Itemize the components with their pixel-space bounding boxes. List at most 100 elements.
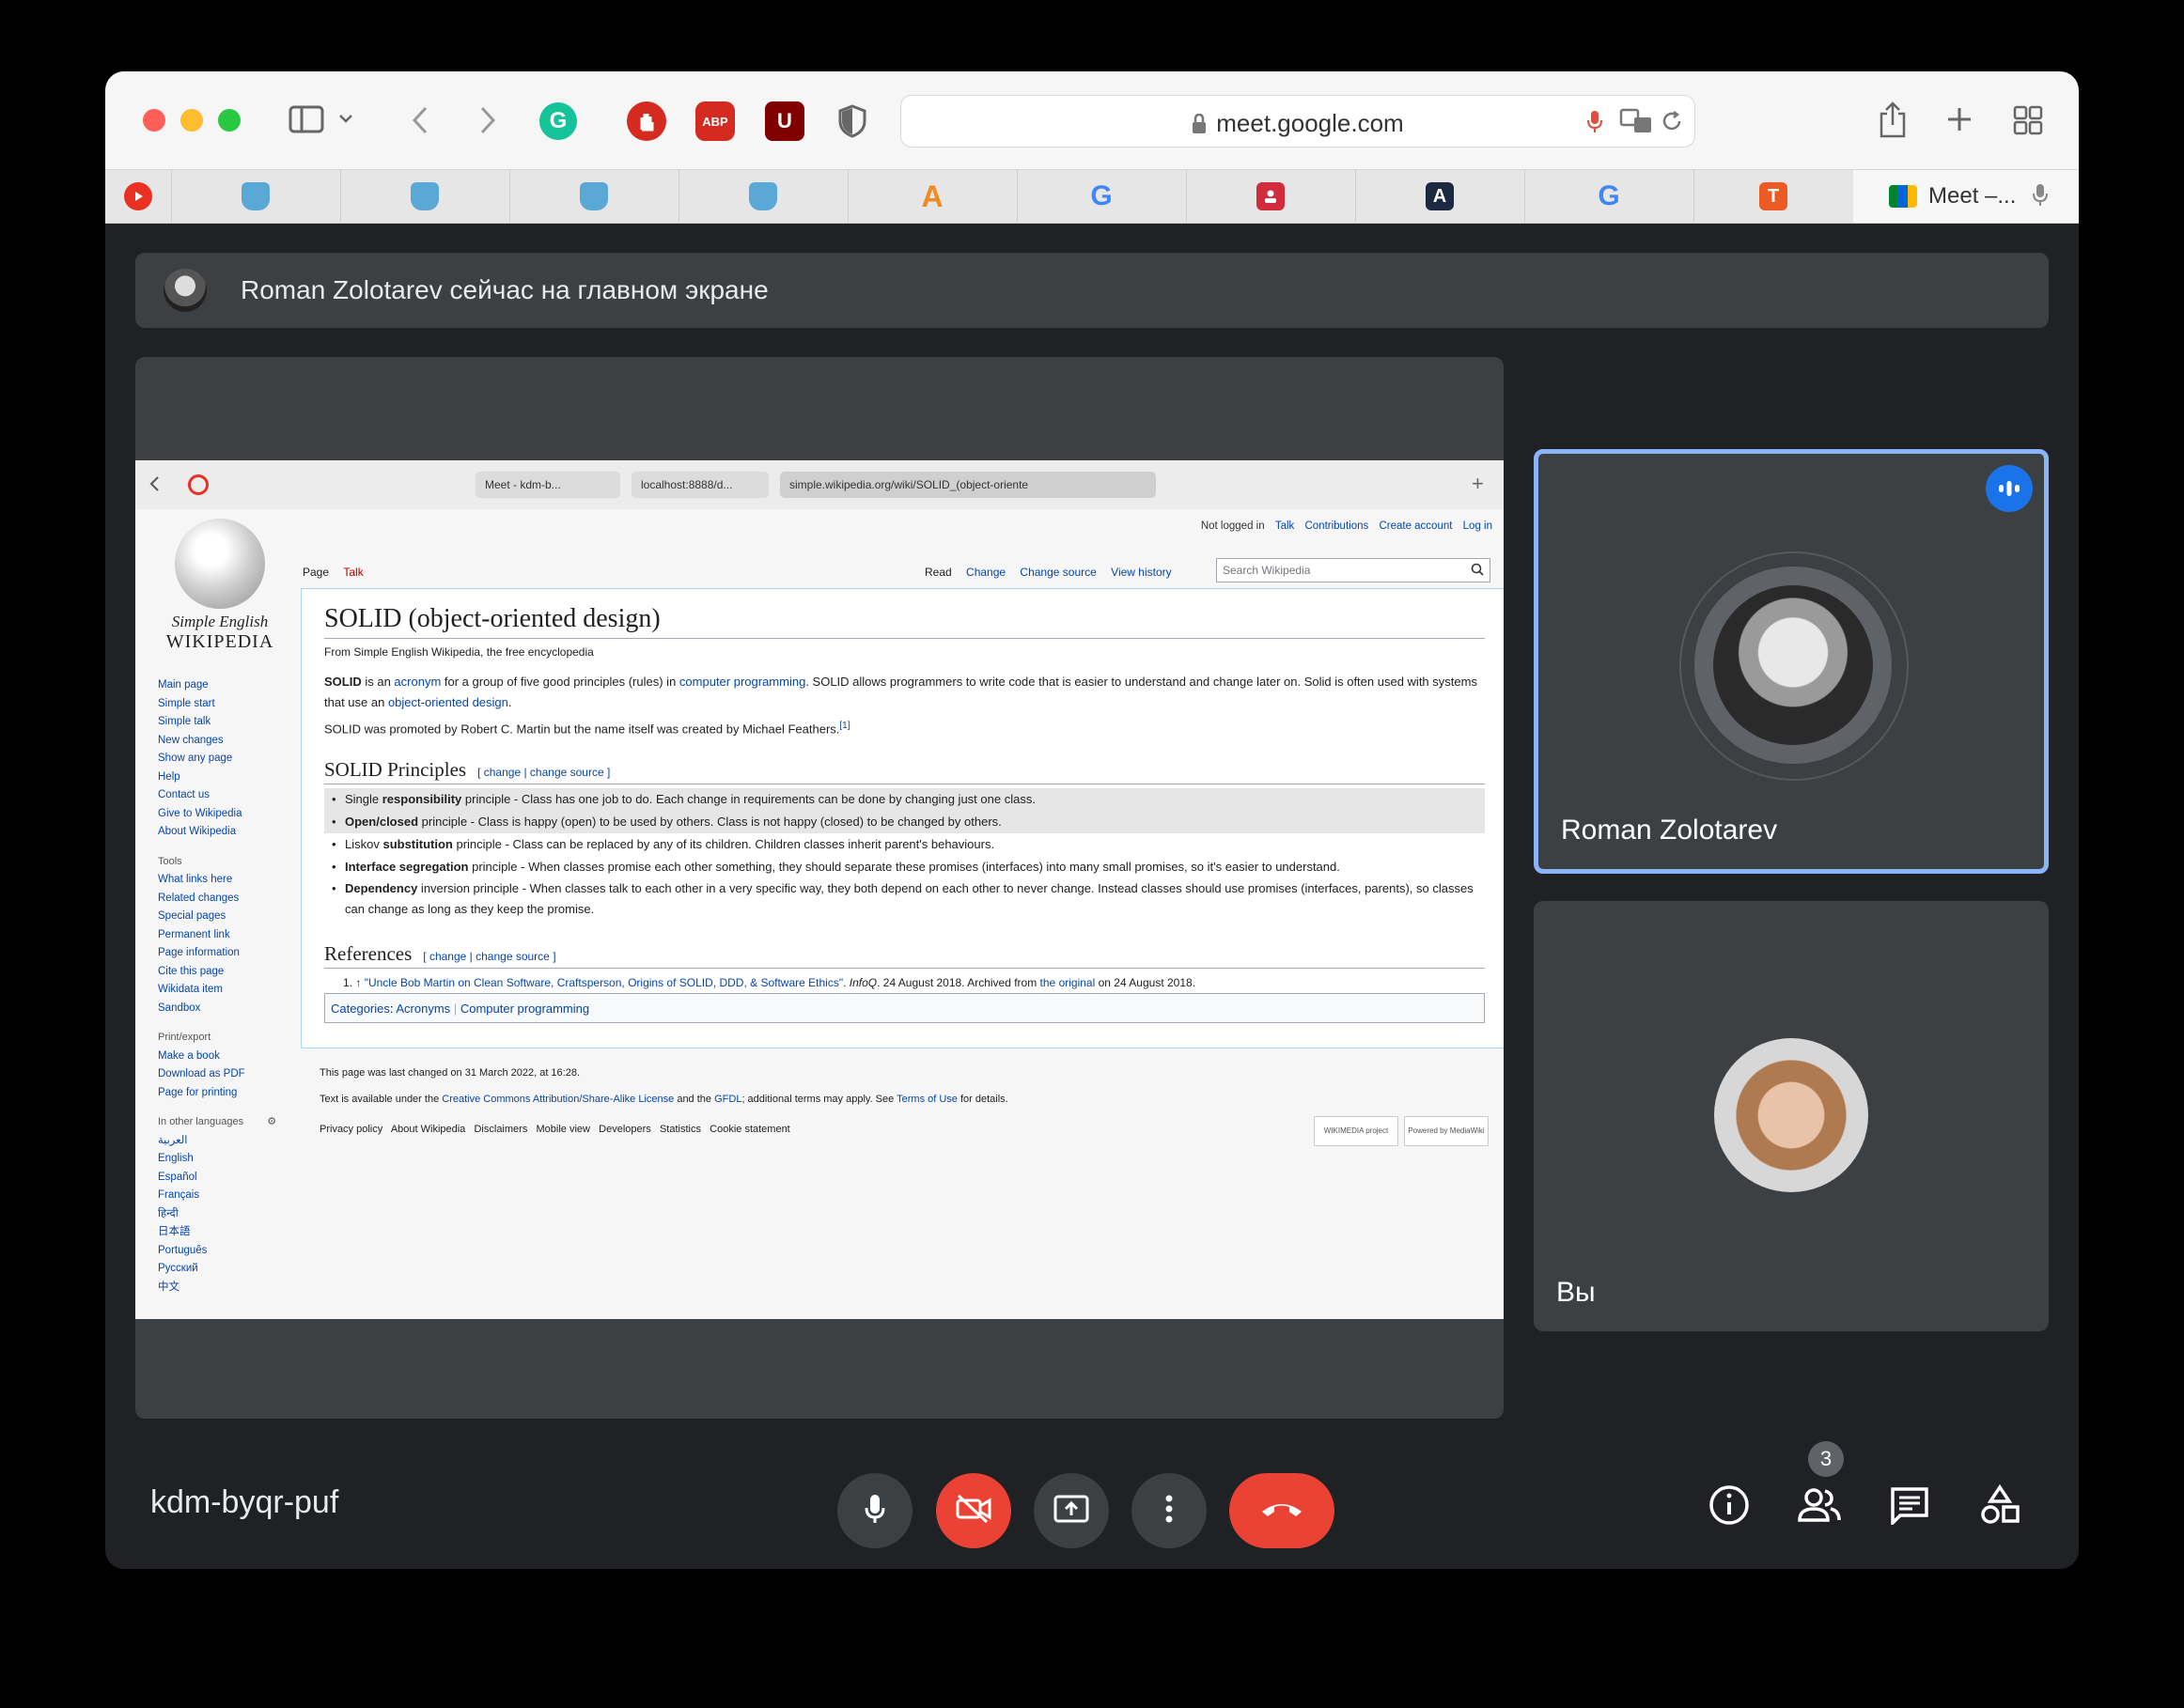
pinned-tab-6[interactable]: G: [1017, 170, 1187, 223]
abp-extension-icon[interactable]: ABP: [695, 101, 735, 141]
principle-bold: Dependency: [345, 881, 418, 895]
participant-tile-self[interactable]: Вы: [1534, 901, 2049, 1331]
participant-name: Roman Zolotarev: [1561, 815, 1778, 846]
t-letter-icon: T: [1759, 182, 1787, 210]
back-icon[interactable]: [406, 101, 434, 139]
personal-links: Not logged in Talk Contributions Create …: [1193, 520, 1492, 532]
nav-link: Simple talk: [158, 716, 211, 727]
ublock-extension-icon[interactable]: U: [765, 101, 804, 141]
google-icon: G: [1090, 180, 1113, 211]
camera-off-icon: [955, 1494, 992, 1529]
principles-heading: SOLID Principles [ change | change source…: [324, 758, 1485, 784]
pinned-tab-10[interactable]: T: [1693, 170, 1854, 223]
presenting-banner: Roman Zolotarev сейчас на главном экране: [135, 253, 2049, 328]
presentation-tile[interactable]: Meet - kdm-b... localhost:8888/d... simp…: [135, 357, 1504, 1419]
pinned-tab-4[interactable]: [679, 170, 849, 223]
people-icon: [1797, 1486, 1842, 1529]
address-bar[interactable]: meet.google.com: [900, 95, 1695, 148]
wikimedia-badge: WIKIMEDIA project: [1314, 1116, 1398, 1146]
view-history-tab: View history: [1111, 566, 1172, 579]
nav-link: Contact us: [158, 789, 210, 800]
shared-screen: Meet - kdm-b... localhost:8888/d... simp…: [135, 460, 1504, 1319]
read-tab: Read: [925, 566, 952, 579]
tab-overview-icon[interactable]: [2011, 103, 2045, 137]
edit-sep: |: [466, 950, 476, 963]
lang-link: Русский: [158, 1263, 198, 1274]
pinned-tab-9[interactable]: G: [1524, 170, 1694, 223]
license-link: Creative Commons Attribution/Share-Alike…: [442, 1094, 675, 1105]
pinned-tab-3[interactable]: [509, 170, 679, 223]
edit-change: change: [429, 950, 467, 963]
present-button[interactable]: [1034, 1473, 1109, 1548]
tools-link: Cite this page: [158, 965, 225, 977]
a-triangle-icon: A: [1426, 182, 1454, 210]
camera-button[interactable]: [936, 1473, 1011, 1548]
contact-card-icon: [1256, 182, 1285, 210]
nav-link: Help: [158, 770, 180, 783]
tools-link: Sandbox: [158, 1002, 201, 1014]
meeting-code: kdm-byqr-puf: [150, 1484, 339, 1520]
acronym-link: acronym: [394, 675, 442, 689]
tools-link: Page information: [158, 947, 240, 958]
article-content: SOLID (object-oriented design) From Simp…: [301, 588, 1504, 1048]
meeting-info-button[interactable]: [1699, 1477, 1759, 1537]
cat-icon: [580, 182, 608, 210]
list-item: Liskov substitution principle - Class ca…: [324, 833, 1485, 856]
tab-microphone-icon[interactable]: [2033, 182, 2049, 211]
pinned-tab-1[interactable]: [171, 170, 341, 223]
more-options-button[interactable]: [1131, 1473, 1207, 1548]
shield-icon[interactable]: [836, 103, 868, 139]
end-call-button[interactable]: [1229, 1473, 1334, 1548]
close-window-button[interactable]: [143, 109, 165, 132]
participants-button[interactable]: 3: [1789, 1441, 1849, 1537]
chevron-down-icon[interactable]: [336, 109, 355, 128]
minimize-window-button[interactable]: [180, 109, 203, 132]
license-text: ; additional terms may apply. See: [741, 1094, 897, 1105]
not-logged-in: Not logged in: [1200, 520, 1265, 532]
translate-icon[interactable]: [1617, 107, 1655, 135]
call-controls: kdm-byqr-puf 3: [105, 1434, 2079, 1569]
ref-original-link: the original: [1039, 976, 1096, 989]
grammarly-extension-icon[interactable]: G: [539, 102, 577, 140]
categories-box: Categories: Acronyms | Computer programm…: [324, 993, 1485, 1023]
lang-link: العربية: [158, 1134, 188, 1146]
forward-icon[interactable]: [474, 101, 502, 139]
nav-sidebar: Main page Simple start Simple talk New c…: [158, 676, 276, 1297]
article-subtitle: From Simple English Wikipedia, the free …: [324, 645, 594, 659]
reload-icon[interactable]: [1659, 108, 1685, 134]
tools-link: Permanent link: [158, 928, 230, 940]
edit-links: [ change | change source ]: [423, 950, 555, 963]
participant-tile-speaking[interactable]: Roman Zolotarev: [1534, 449, 2049, 874]
adblock-extension-icon[interactable]: [627, 101, 666, 141]
pinned-tab-5[interactable]: A: [848, 170, 1018, 223]
chat-button[interactable]: [1880, 1477, 1940, 1537]
edit-source: change source: [476, 950, 550, 963]
pinned-tab-2[interactable]: [340, 170, 510, 223]
pinned-tab-8[interactable]: A: [1355, 170, 1525, 223]
pinned-tab-youtube-music[interactable]: [105, 170, 172, 223]
principle-rest: principle - Class is happy (open) to be …: [418, 815, 1002, 829]
presenter-avatar: [164, 269, 207, 312]
tab-meet[interactable]: Meet –...: [1853, 170, 2079, 223]
page-tab: Page: [303, 566, 330, 579]
list-item: Single responsibility principle - Class …: [324, 788, 1485, 811]
shared-back-icon: [148, 475, 160, 497]
address-url[interactable]: meet.google.com: [901, 109, 1694, 141]
microphone-in-use-icon[interactable]: [1585, 108, 1604, 134]
cat-icon: [749, 182, 777, 210]
footer-last-changed: This page was last changed on 31 March 2…: [320, 1067, 581, 1079]
new-tab-icon[interactable]: [1943, 103, 1975, 135]
pinned-tab-7[interactable]: [1186, 170, 1356, 223]
lang-link: Português: [158, 1244, 208, 1256]
sidebar-toggle-icon[interactable]: [288, 103, 325, 135]
license-text: Text is available under the: [320, 1094, 443, 1105]
intro-text: .: [507, 695, 512, 709]
lang-link: Español: [158, 1171, 197, 1183]
edit-change: change: [483, 766, 522, 779]
share-icon[interactable]: [1876, 100, 1910, 139]
maximize-window-button[interactable]: [218, 109, 241, 132]
activities-button[interactable]: [1970, 1477, 2030, 1537]
ref-date: . 24 August 2018. Archived from: [877, 976, 1040, 989]
microphone-button[interactable]: [837, 1473, 913, 1548]
ref-link: "Uncle Bob Martin on Clean Software, Cra…: [364, 976, 844, 989]
